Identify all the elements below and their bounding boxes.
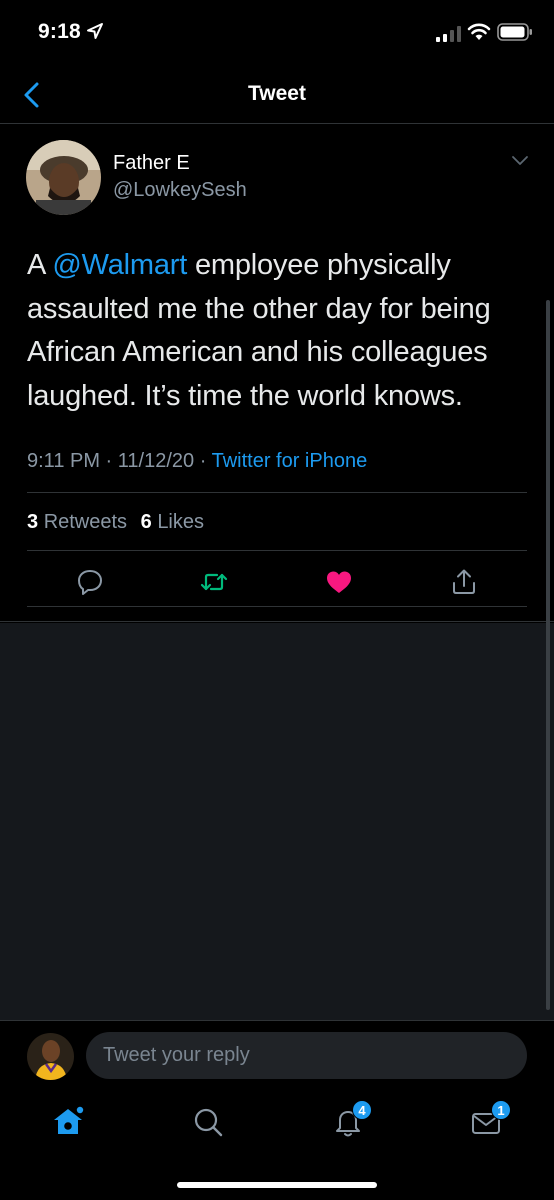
- tweet-date: 11/12/20: [117, 450, 195, 472]
- home-icon: [54, 1106, 84, 1134]
- likes-count: 6: [140, 511, 152, 533]
- meta-separator: ·: [100, 450, 118, 472]
- search-icon: [194, 1108, 223, 1137]
- retweets-label: Retweets: [43, 511, 128, 533]
- divider: [27, 550, 527, 551]
- nav-bar: Tweet: [0, 66, 554, 124]
- reply-icon[interactable]: [75, 567, 105, 597]
- page-title: Tweet: [248, 82, 306, 105]
- tab-bar: 4 1: [0, 1090, 554, 1200]
- tweet-detail: Father E @LowkeySesh A @Walmart employee…: [0, 124, 554, 622]
- messages-badge: 1: [491, 1100, 511, 1120]
- home-indicator: [177, 1182, 377, 1188]
- share-icon[interactable]: [449, 567, 479, 597]
- wifi-icon: [467, 23, 491, 40]
- retweets-count: 3: [27, 511, 39, 533]
- status-bar: 9:18: [0, 0, 554, 66]
- user-avatar-image: [27, 1033, 74, 1080]
- tweet-meta: 9:11 PM · 11/12/20 · Twitter for iPhone: [27, 450, 367, 473]
- mention-link[interactable]: @Walmart: [52, 249, 187, 281]
- likes-stat[interactable]: 6 Likes: [141, 511, 204, 533]
- author-handle[interactable]: @LowkeySesh: [113, 179, 247, 202]
- replies-area: [0, 623, 554, 1020]
- reply-input[interactable]: Tweet your reply: [86, 1032, 527, 1079]
- divider: [27, 492, 527, 493]
- retweet-icon[interactable]: [199, 567, 229, 597]
- notifications-badge: 4: [352, 1100, 372, 1120]
- tweet-source-link[interactable]: Twitter for iPhone: [212, 450, 368, 472]
- author-avatar-image: [26, 140, 101, 215]
- retweets-stat[interactable]: 3 Retweets: [27, 511, 127, 533]
- scrollbar[interactable]: [546, 300, 550, 1010]
- tab-notifications[interactable]: 4: [330, 1100, 372, 1140]
- user-avatar: [27, 1033, 74, 1080]
- battery-icon: [497, 23, 532, 41]
- likes-label: Likes: [157, 511, 205, 533]
- status-time: 9:18: [38, 20, 81, 43]
- like-icon[interactable]: [324, 567, 354, 597]
- divider: [27, 606, 527, 607]
- cellular-signal-icon: [436, 26, 461, 42]
- tweet-time: 9:11 PM: [27, 450, 100, 472]
- location-arrow-icon: [87, 23, 103, 39]
- author-name[interactable]: Father E: [113, 152, 190, 175]
- chevron-down-icon[interactable]: [510, 154, 530, 168]
- tab-search[interactable]: [190, 1104, 226, 1140]
- tab-home[interactable]: [50, 1104, 86, 1140]
- tweet-text-prefix: A: [27, 249, 53, 281]
- tweet-actions: [0, 560, 554, 604]
- tweet-stats: 3 Retweets 6 Likes: [27, 511, 212, 534]
- author-avatar[interactable]: [26, 140, 101, 215]
- tab-messages[interactable]: 1: [468, 1100, 511, 1140]
- reply-bar: Tweet your reply: [0, 1020, 554, 1090]
- tweet-text: A @Walmart employee physically assaulted…: [27, 244, 532, 418]
- meta-separator: ·: [194, 450, 212, 472]
